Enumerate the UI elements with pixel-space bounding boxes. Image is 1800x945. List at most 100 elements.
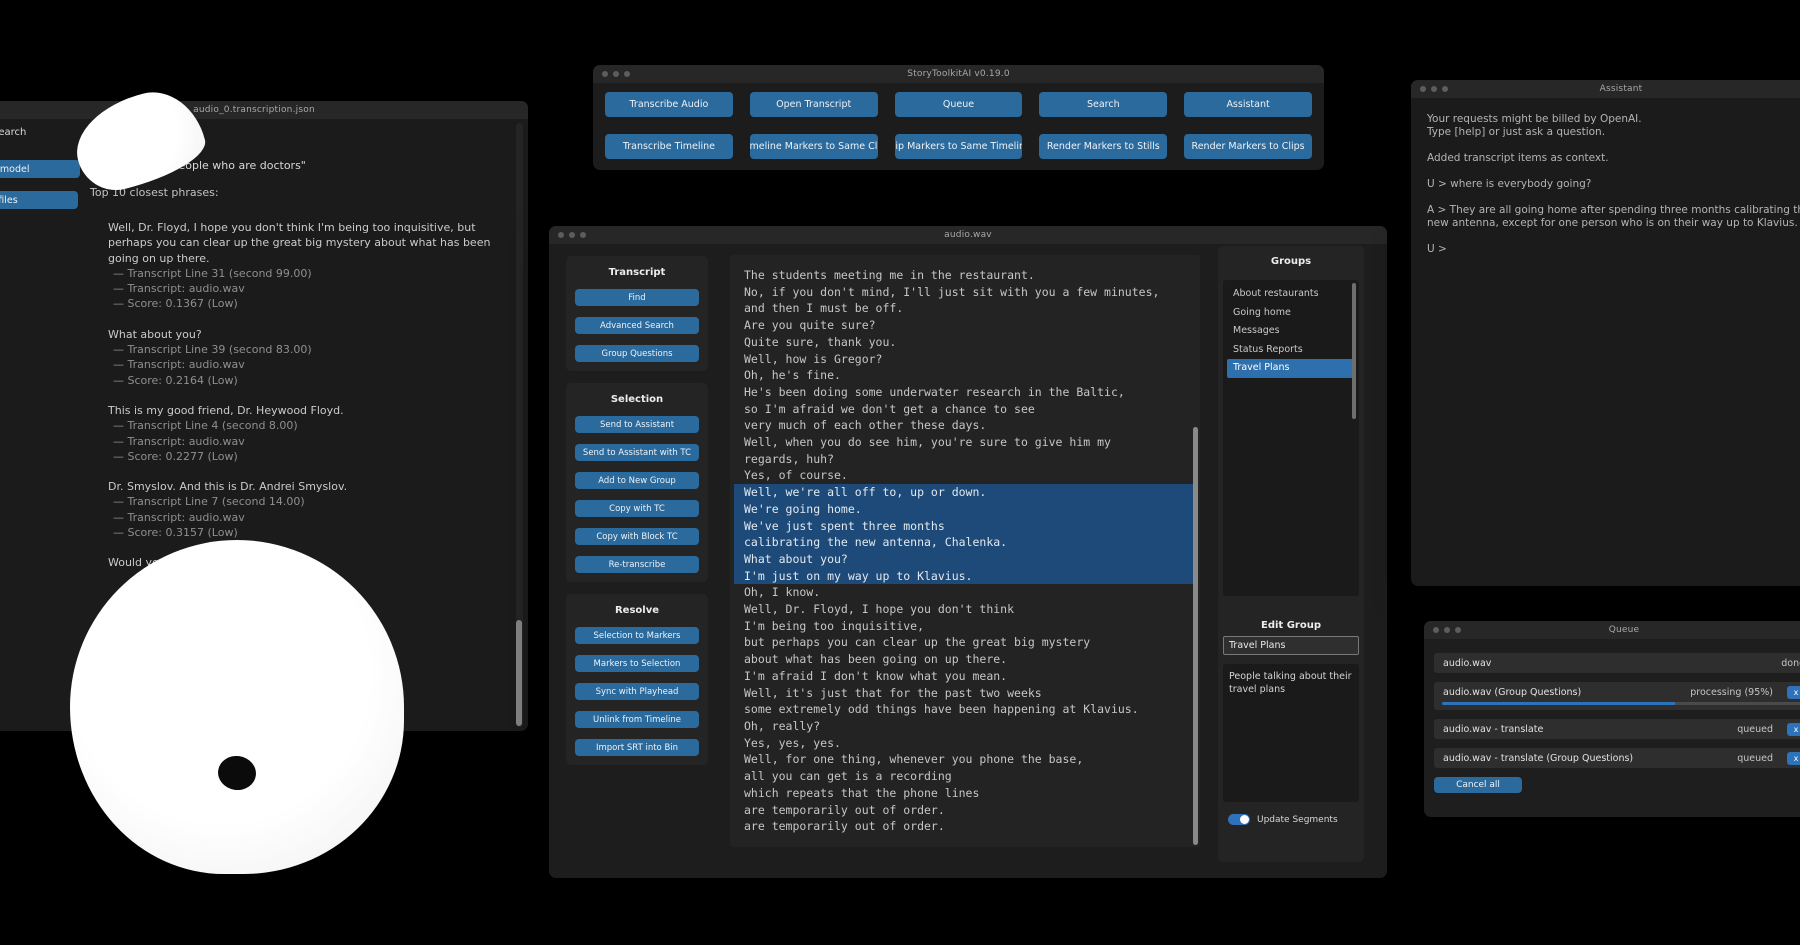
sidebar-button[interactable]: Re-transcribe [575, 556, 699, 573]
transcript-line[interactable]: I'm being too inquisitive, [744, 618, 1186, 635]
queue-titlebar[interactable]: Queue [1424, 621, 1800, 639]
window-control-dots-icon[interactable] [602, 71, 630, 77]
group-list-item[interactable]: Status Reports [1227, 341, 1355, 360]
transcript-line[interactable]: Well, Dr. Floyd, I hope you don't think [744, 601, 1186, 618]
toolkit-button[interactable]: Transcribe Timeline [605, 134, 733, 159]
cancel-task-button[interactable]: x [1787, 686, 1800, 699]
assistant-titlebar[interactable]: Assistant [1411, 80, 1800, 98]
transcript-line[interactable]: Oh, I know. [744, 584, 1186, 601]
transcript-line[interactable]: Yes, yes, yes. [744, 735, 1186, 752]
transcript-line[interactable]: and then I must be off. [744, 300, 1186, 317]
transcript-line[interactable]: Quite sure, thank you. [744, 334, 1186, 351]
toolkit-button[interactable]: Assistant [1184, 92, 1312, 117]
assistant-chat-line: A > They are all going home after spendi… [1427, 204, 1800, 230]
transcript-line[interactable]: some extremely odd things have been happ… [744, 701, 1186, 718]
transcript-line[interactable]: The students meeting me in the restauran… [744, 267, 1186, 284]
transcript-line[interactable]: What about you? [734, 551, 1196, 568]
transcript-line[interactable]: Well, we're all off to, up or down. [734, 484, 1196, 501]
search-window-titlebar[interactable]: audio_0.transcription.json [0, 101, 528, 119]
transcript-line[interactable]: I'm just on my way up to Klavius. [734, 568, 1196, 585]
group-list-item[interactable]: Going home [1227, 304, 1355, 323]
cancel-all-button[interactable]: Cancel all [1434, 777, 1522, 793]
change-model-button[interactable]: Change model [0, 160, 80, 178]
toolkit-button[interactable]: Render Markers to Stills [1039, 134, 1167, 159]
toolkit-button[interactable]: Timeline Markers to Same Clip [750, 134, 878, 159]
search-result[interactable]: This is my good friend, Dr. Heywood Floy… [108, 403, 522, 464]
transcript-line[interactable]: about what has been going on up there. [744, 651, 1186, 668]
transcript-line[interactable]: Yes, of course. [744, 467, 1186, 484]
transcript-line[interactable]: are temporarily out of order. [744, 818, 1186, 835]
assistant-chat-line [1427, 230, 1800, 243]
audio-window-titlebar[interactable]: audio.wav [549, 226, 1387, 244]
scrollbar-thumb[interactable] [1352, 283, 1356, 419]
transcript-line[interactable]: Are you quite sure? [744, 317, 1186, 334]
transcript-line[interactable]: We're going home. [734, 501, 1196, 518]
transcript-line[interactable]: Well, it's just that for the past two we… [744, 685, 1186, 702]
transcript-line[interactable]: We've just spent three months [734, 518, 1196, 535]
assistant-chat-line: Your requests might be billed by OpenAI. [1427, 113, 1800, 126]
transcript-line[interactable]: which repeats that the phone lines [744, 785, 1186, 802]
group-list-item[interactable]: Travel Plans [1227, 359, 1355, 378]
transcript-line[interactable]: Well, when you do see him, you're sure t… [744, 434, 1186, 451]
group-list-item[interactable]: Messages [1227, 322, 1355, 341]
group-list-item[interactable]: About restaurants [1227, 285, 1355, 304]
search-result[interactable]: What about you? — Transcript Line 39 (se… [108, 327, 522, 388]
transcript-line[interactable]: He's been doing some underwater research… [744, 384, 1186, 401]
sidebar-button[interactable]: Unlink from Timeline [575, 711, 699, 728]
search-result[interactable]: Dr. Smyslov. And this is Dr. Andrei Smys… [108, 479, 522, 540]
search-result-meta-line: — Transcript: audio.wav [108, 434, 522, 449]
scrollbar-thumb[interactable] [516, 620, 522, 726]
sidebar-button[interactable]: Group Questions [575, 345, 699, 362]
transcript-line[interactable]: No, if you don't mind, I'll just sit wit… [744, 284, 1186, 301]
other-files-button[interactable]: Other files [0, 191, 78, 209]
window-control-dots-icon[interactable] [558, 232, 586, 238]
cancel-task-button[interactable]: x [1787, 752, 1800, 765]
sidebar-button[interactable]: Import SRT into Bin [575, 739, 699, 756]
transcript-line[interactable]: calibrating the new antenna, Chalenka. [734, 534, 1196, 551]
sidebar-button[interactable]: Markers to Selection [575, 655, 699, 672]
toolkit-button[interactable]: Search [1039, 92, 1167, 117]
transcript-line[interactable]: Oh, really? [744, 718, 1186, 735]
toolkit-button[interactable]: Queue [895, 92, 1023, 117]
sidebar-button[interactable]: Add to New Group [575, 472, 699, 489]
group-name-input[interactable] [1223, 636, 1359, 655]
toolkit-button[interactable]: Render Markers to Clips [1184, 134, 1312, 159]
transcript-line[interactable]: Oh, he's fine. [744, 367, 1186, 384]
group-notes-textarea[interactable]: People talking about their travel plans [1223, 664, 1359, 802]
queue-row: audio.wav (Group Questions) processing (… [1434, 682, 1800, 710]
sidebar-button[interactable]: Sync with Playhead [575, 683, 699, 700]
sidebar-button[interactable]: Copy with TC [575, 500, 699, 517]
sidebar-section-header: Transcript [574, 267, 700, 278]
search-result[interactable]: Well, Dr. Floyd, I hope you don't think … [108, 220, 522, 312]
sidebar-button[interactable]: Advanced Search [575, 317, 699, 334]
transcript-text-area[interactable]: The students meeting me in the restauran… [730, 255, 1200, 847]
assistant-chat-area[interactable]: Your requests might be billed by OpenAI.… [1411, 98, 1800, 271]
sidebar-button[interactable]: Selection to Markers [575, 627, 699, 644]
transcript-line[interactable]: so I'm afraid we don't get a chance to s… [744, 401, 1186, 418]
search-result-meta-line: — Transcript Line 39 (second 83.00) [108, 342, 522, 357]
transcript-line[interactable]: very much of each other these days. [744, 417, 1186, 434]
transcript-line[interactable]: all you can get is a recording [744, 768, 1186, 785]
cancel-task-button[interactable]: x [1787, 723, 1800, 736]
transcript-line[interactable]: Well, how is Gregor? [744, 351, 1186, 368]
transcript-line[interactable]: Well, for one thing, whenever you phone … [744, 751, 1186, 768]
toolkit-button[interactable]: Transcribe Audio [605, 92, 733, 117]
transcript-line[interactable]: are temporarily out of order. [744, 802, 1186, 819]
toolkit-button[interactable]: Open Transcript [750, 92, 878, 117]
queue-item-status: done [1781, 658, 1800, 669]
sidebar-button[interactable]: Send to Assistant with TC [575, 444, 699, 461]
window-control-dots-icon[interactable] [1420, 86, 1448, 92]
transcript-line[interactable]: but perhaps you can clear up the great b… [744, 634, 1186, 651]
search-result-meta-line: — Transcript: audio.wav [108, 510, 522, 525]
window-control-dots-icon[interactable] [1433, 627, 1461, 633]
sidebar-button[interactable]: Copy with Block TC [575, 528, 699, 545]
scrollbar-thumb[interactable] [1193, 427, 1198, 845]
sidebar-button[interactable]: Find [575, 289, 699, 306]
toolkit-titlebar[interactable]: StoryToolkitAI v0.19.0 [593, 65, 1324, 83]
toolkit-button[interactable]: Clip Markers to Same Timeline [895, 134, 1023, 159]
update-segments-toggle[interactable] [1228, 814, 1250, 825]
queue-row: audio.wav - translate (Group Questions) … [1434, 748, 1800, 768]
transcript-line[interactable]: regards, huh? [744, 451, 1186, 468]
transcript-line[interactable]: I'm afraid I don't know what you mean. [744, 668, 1186, 685]
sidebar-button[interactable]: Send to Assistant [575, 416, 699, 433]
